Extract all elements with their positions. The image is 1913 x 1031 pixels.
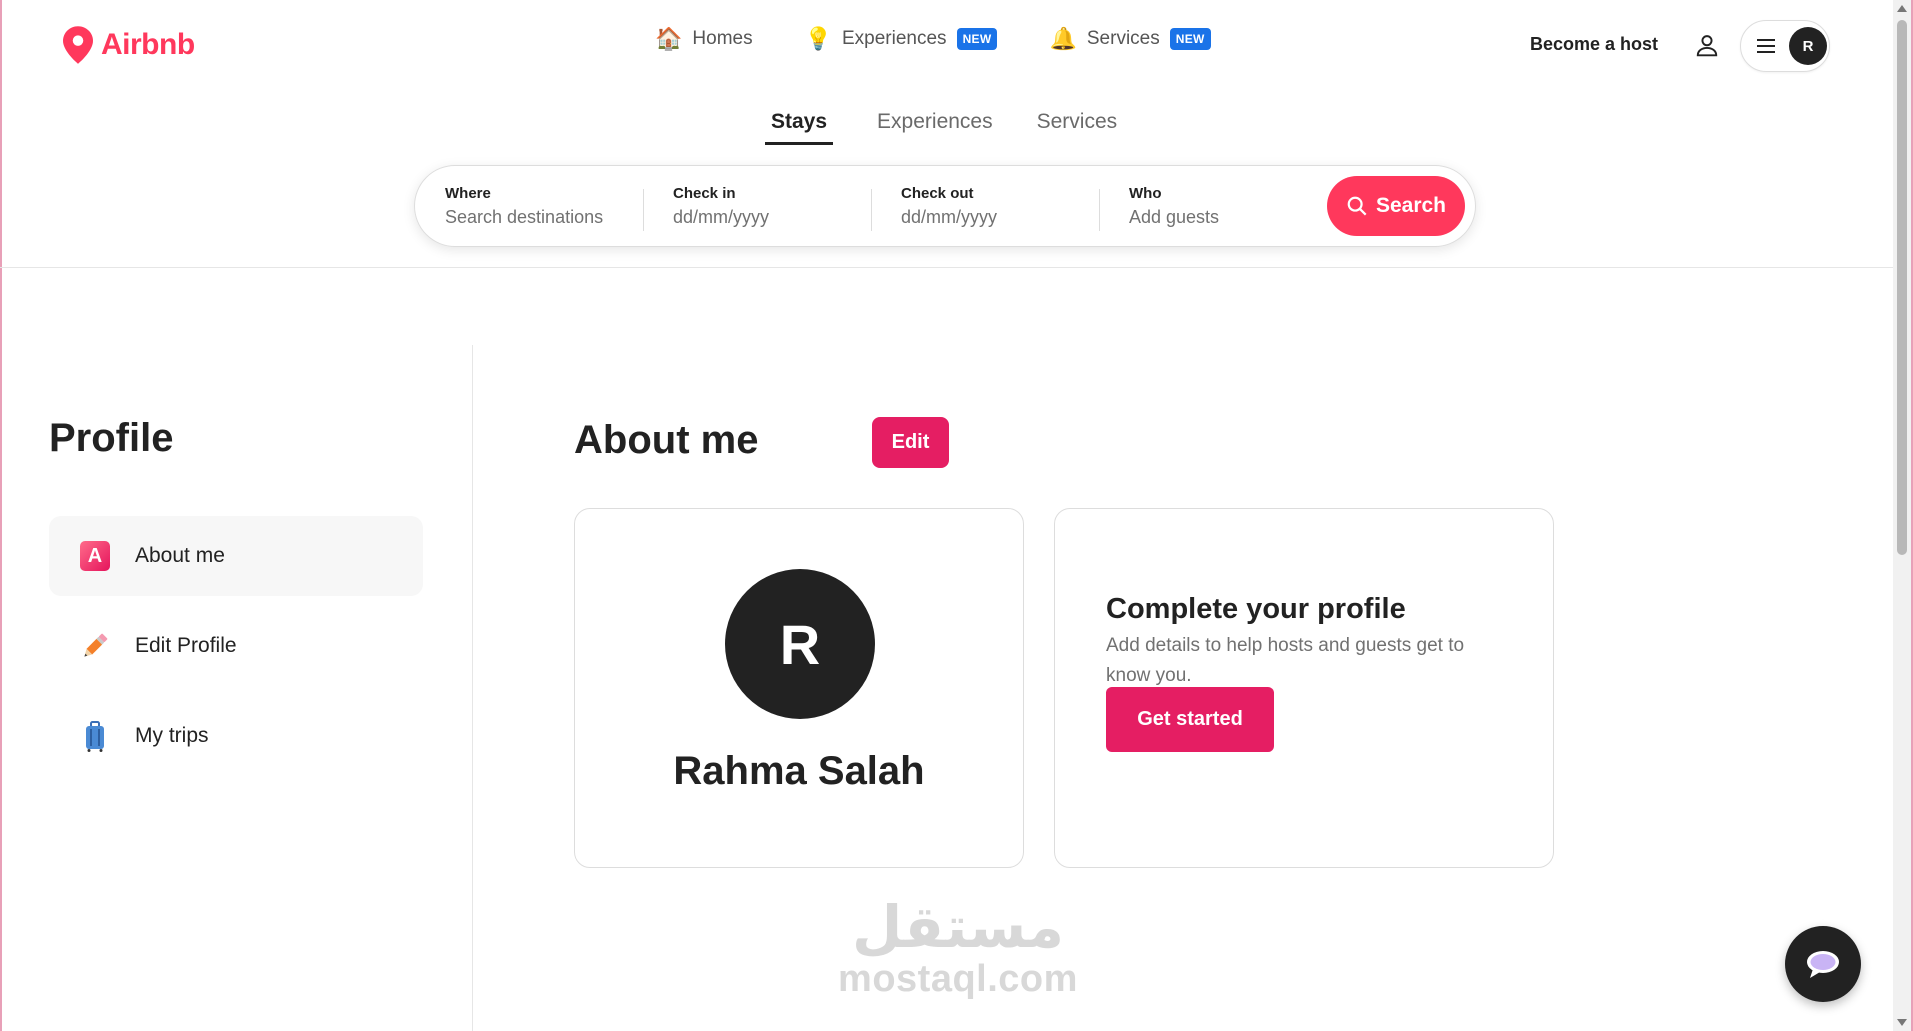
profile-card: R Rahma Salah bbox=[574, 508, 1024, 868]
menu-icon bbox=[1757, 39, 1775, 53]
tab-services[interactable]: Services bbox=[1037, 110, 1118, 145]
sidebar-item-label: About me bbox=[135, 544, 225, 567]
chat-bubble-icon bbox=[1807, 951, 1839, 978]
tab-experiences[interactable]: Experiences bbox=[877, 110, 993, 145]
scroll-thumb[interactable] bbox=[1897, 20, 1907, 555]
section-title: About me bbox=[574, 418, 759, 462]
nav-homes[interactable]: 🏠 Homes bbox=[655, 28, 753, 50]
brand-name: Airbnb bbox=[101, 28, 195, 61]
checkout-field[interactable]: Check out dd/mm/yyyy bbox=[871, 184, 1099, 231]
bell-icon: 🔔 bbox=[1049, 26, 1077, 51]
profile-name: Rahma Salah bbox=[673, 749, 925, 793]
checkout-label: Check out bbox=[901, 184, 974, 202]
sidebar-item-label: Edit Profile bbox=[135, 634, 237, 657]
account-menu-button[interactable]: R bbox=[1740, 20, 1830, 72]
search-button-label: Search bbox=[1375, 194, 1447, 217]
location-pin-icon bbox=[63, 26, 93, 64]
category-tabs: Stays Experiences Services bbox=[765, 110, 1117, 145]
lightbulb-icon: 💡 bbox=[804, 26, 832, 51]
complete-profile-card: Complete your profile Add details to hel… bbox=[1054, 508, 1554, 868]
watermark-latin: mostaql.com bbox=[838, 958, 1078, 1000]
sidebar-divider bbox=[472, 345, 473, 1031]
tab-stays[interactable]: Stays bbox=[765, 110, 834, 145]
complete-profile-description: Add details to help hosts and guests get… bbox=[1106, 635, 1465, 686]
top-navigation: 🏠 Homes 💡 Experiences NEW 🔔 Services NEW bbox=[655, 28, 1211, 50]
checkin-field[interactable]: Check in dd/mm/yyyy bbox=[643, 184, 871, 231]
watermark: مستقل mostaql.com bbox=[838, 895, 1078, 999]
sidebar-item-my-trips[interactable]: My trips bbox=[49, 696, 423, 776]
house-icon: 🏠 bbox=[655, 26, 683, 51]
sidebar-item-label: My trips bbox=[135, 724, 209, 747]
who-label: Who bbox=[1129, 184, 1162, 202]
checkin-label: Check in bbox=[673, 184, 736, 202]
nav-homes-label: Homes bbox=[692, 28, 753, 49]
where-placeholder: Search destinations bbox=[445, 206, 604, 227]
checkout-placeholder: dd/mm/yyyy bbox=[901, 206, 998, 227]
new-badge: NEW bbox=[1169, 28, 1211, 50]
complete-profile-title: Complete your profile bbox=[1106, 593, 1406, 625]
new-badge: NEW bbox=[956, 28, 998, 50]
guests-field[interactable]: Who Add guests bbox=[1099, 184, 1327, 231]
nav-services[interactable]: 🔔 Services NEW bbox=[1049, 26, 1211, 51]
search-bar: Where Search destinations Check in dd/mm… bbox=[414, 165, 1476, 247]
pencil-icon bbox=[77, 628, 113, 664]
edit-button[interactable]: Edit bbox=[872, 417, 949, 468]
letter-a-icon: A bbox=[77, 538, 113, 574]
get-started-button[interactable]: Get started bbox=[1106, 687, 1274, 752]
site-header: Airbnb 🏠 Homes 💡 Experiences NEW 🔔 Servi… bbox=[0, 0, 1893, 268]
sidebar-item-edit-profile[interactable]: Edit Profile bbox=[49, 606, 423, 686]
nav-experiences-label: Experiences bbox=[842, 28, 947, 49]
watermark-arabic: مستقل bbox=[851, 893, 1065, 961]
page-title: Profile bbox=[49, 416, 174, 460]
page-scrollbar[interactable] bbox=[1893, 0, 1911, 1031]
search-button[interactable]: Search bbox=[1327, 176, 1465, 236]
checkin-placeholder: dd/mm/yyyy bbox=[673, 206, 770, 227]
sidebar-item-about-me[interactable]: A About me bbox=[49, 516, 423, 596]
nav-experiences[interactable]: 💡 Experiences NEW bbox=[805, 28, 998, 50]
user-icon[interactable] bbox=[1694, 32, 1720, 58]
who-placeholder: Add guests bbox=[1129, 206, 1220, 227]
profile-avatar: R bbox=[725, 569, 875, 719]
nav-services-label: Services bbox=[1086, 28, 1160, 49]
where-label: Where bbox=[445, 184, 491, 202]
scroll-down-arrow-icon[interactable] bbox=[1897, 1019, 1907, 1026]
become-host-link[interactable]: Become a host bbox=[1530, 34, 1658, 55]
chat-button[interactable] bbox=[1785, 926, 1861, 1002]
scroll-up-arrow-icon[interactable] bbox=[1897, 5, 1907, 12]
avatar: R bbox=[1789, 27, 1827, 65]
search-icon bbox=[1347, 196, 1367, 216]
where-field[interactable]: Where Search destinations bbox=[415, 185, 643, 228]
luggage-icon bbox=[77, 718, 113, 754]
brand-logo[interactable]: Airbnb bbox=[63, 26, 195, 64]
